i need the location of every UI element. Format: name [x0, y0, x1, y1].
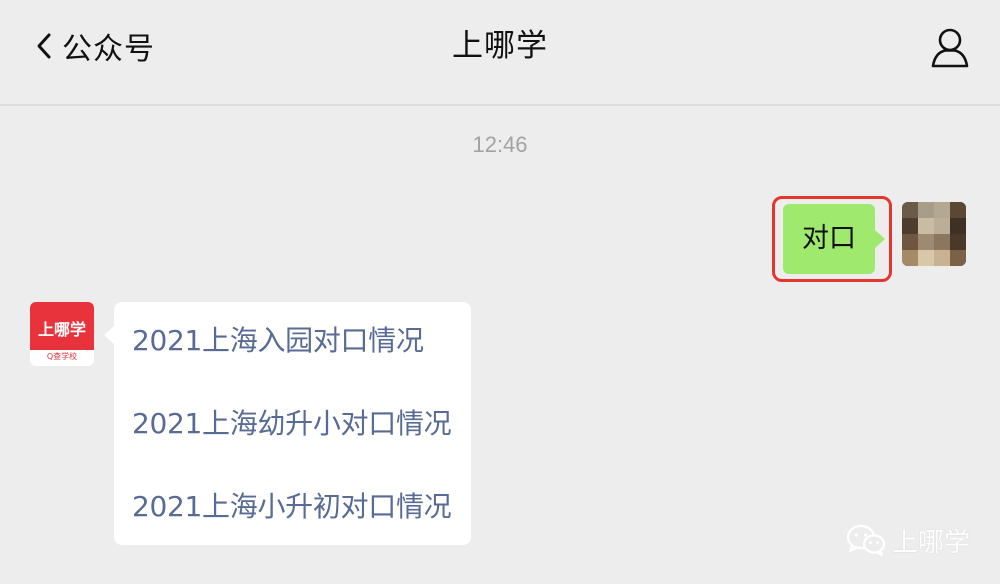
- message-timestamp: 12:46: [472, 132, 528, 157]
- user-avatar-image: [902, 202, 966, 266]
- outgoing-message-bubble[interactable]: 对口: [783, 204, 885, 274]
- link-middle-school-admission[interactable]: 2021上海小升初对口情况: [132, 487, 452, 527]
- link-primary-school-admission[interactable]: 2021上海幼升小对口情况: [132, 404, 452, 444]
- avatar-logo-subtitle: Q查学校: [46, 352, 78, 361]
- watermark-text: 上哪学: [892, 527, 971, 558]
- outgoing-message-text: 对口: [802, 223, 856, 254]
- user-avatar[interactable]: [902, 202, 966, 266]
- back-label: 公众号: [62, 32, 155, 67]
- chevron-left-icon: [37, 33, 51, 59]
- back-button[interactable]: 公众号: [36, 22, 155, 70]
- top-nav-bar: 公众号 上哪学: [0, 0, 1000, 106]
- incoming-message-bubble: 2021上海入园对口情况 2021上海幼升小对口情况 2021上海小升初对口情况: [104, 302, 471, 545]
- official-account-avatar[interactable]: 上哪学 Q查学校: [30, 302, 94, 366]
- link-kindergarten-admission[interactable]: 2021上海入园对口情况: [132, 321, 424, 361]
- avatar-logo-text: 上哪学: [37, 320, 86, 339]
- wechat-icon: [846, 524, 886, 557]
- watermark: 上哪学: [846, 522, 970, 558]
- profile-button[interactable]: [926, 24, 974, 72]
- person-icon: [931, 28, 969, 68]
